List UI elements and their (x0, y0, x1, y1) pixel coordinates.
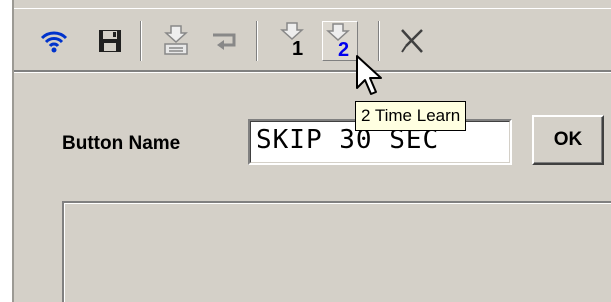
save-icon (99, 30, 121, 52)
ok-button[interactable]: OK (532, 115, 604, 165)
print-learn-icon (164, 25, 188, 55)
learn-window: 1 2 Button Name SKIP 30 SEC OK (12, 0, 611, 302)
learn-1-button[interactable]: 1 (276, 21, 312, 61)
learn-2-button[interactable]: 2 (322, 21, 358, 61)
mouse-cursor-icon (356, 55, 382, 95)
toolbar-separator (140, 21, 142, 61)
learn-2-label: 2 (338, 39, 350, 61)
return-icon (213, 33, 236, 50)
group-box (62, 201, 611, 302)
content-area: Button Name SKIP 30 SEC OK (14, 72, 611, 302)
wireless-icon (40, 31, 68, 53)
save-button[interactable] (92, 21, 128, 61)
return-button[interactable] (208, 21, 244, 61)
learn-1-label: 1 (292, 38, 304, 60)
tooltip: 2 Time Learn (355, 101, 467, 131)
wireless-button[interactable] (36, 21, 72, 61)
print-learn-button[interactable] (158, 21, 194, 61)
button-name-label: Button Name (62, 133, 181, 154)
delete-icon (401, 29, 423, 53)
toolbar: 1 2 (14, 8, 611, 72)
toolbar-separator (256, 21, 258, 61)
screenshot-root: 1 2 Button Name SKIP 30 SEC OK 2 Time Le… (0, 0, 611, 302)
delete-button[interactable] (394, 21, 430, 61)
